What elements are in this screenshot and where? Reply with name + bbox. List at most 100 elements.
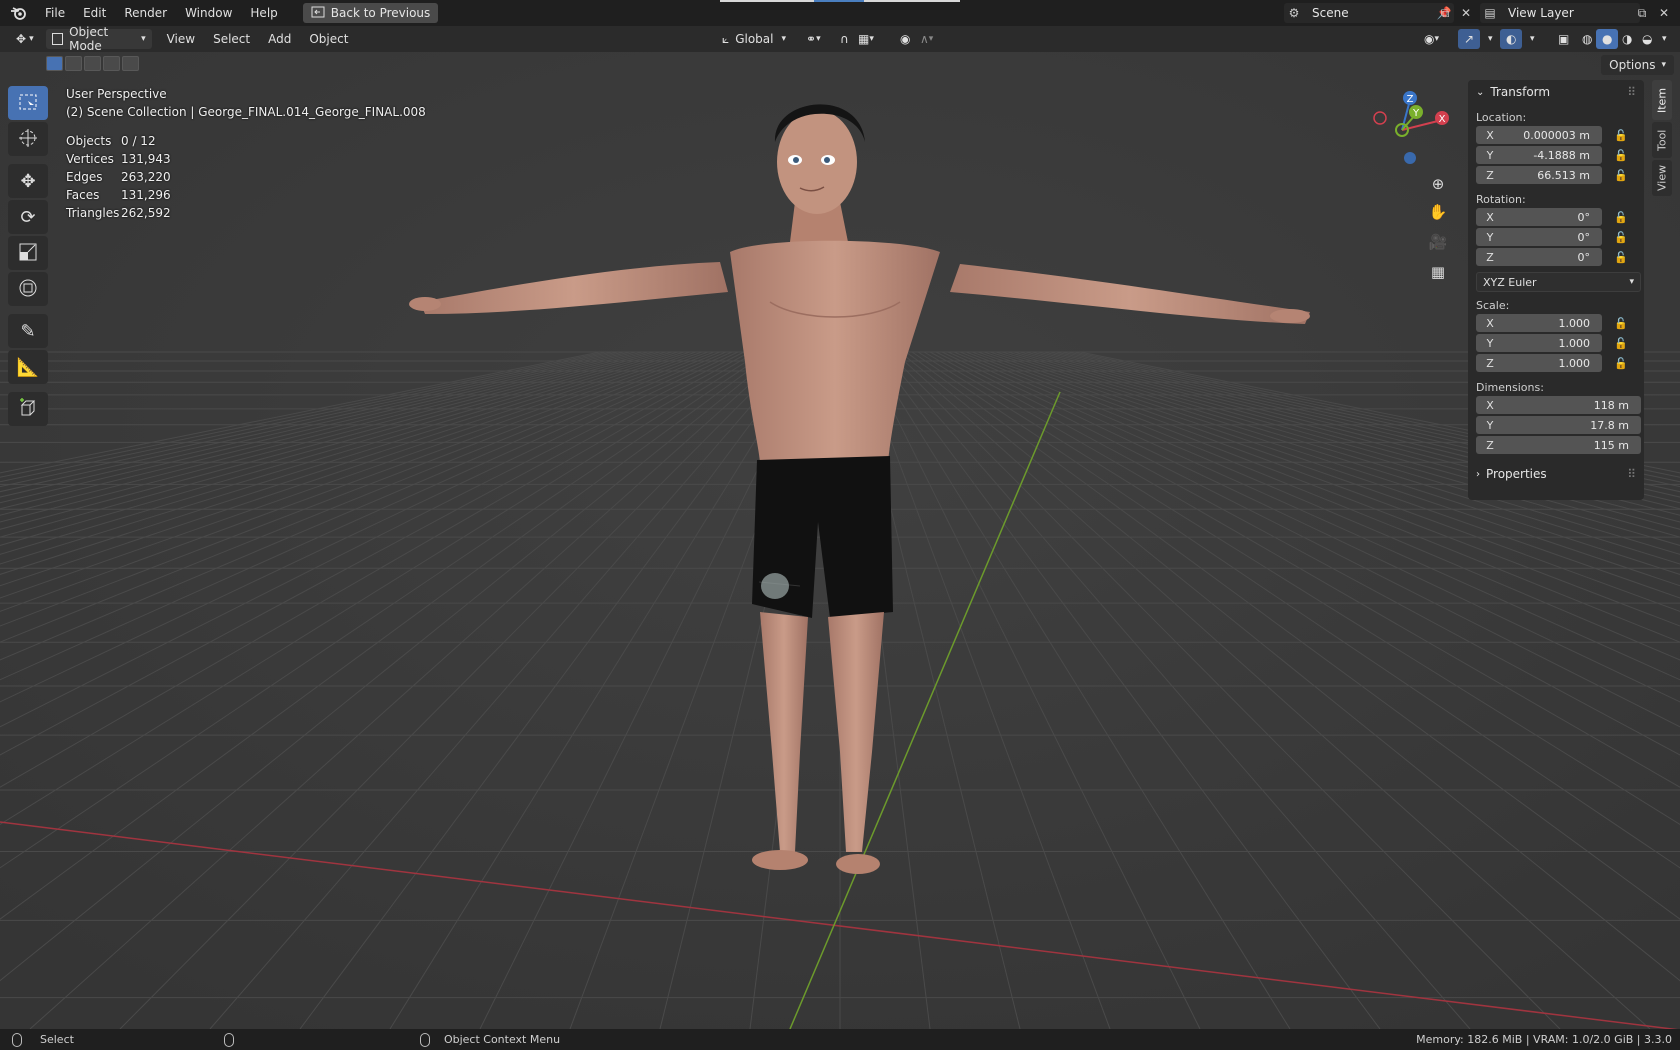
gizmo-toggle[interactable]: ↗ [1458, 29, 1481, 49]
tool-annotate[interactable]: ✎ [8, 314, 48, 348]
gizmo-dropdown[interactable]: ▾ [1482, 29, 1499, 49]
select-mode-subtract[interactable] [84, 56, 101, 71]
header-menu-select[interactable]: Select [204, 32, 259, 46]
rotation-z-field[interactable]: Z 0° [1476, 248, 1602, 266]
viewport-grid [0, 52, 1680, 1029]
lock-icon[interactable]: 🔓 [1614, 357, 1628, 371]
location-label: Location: [1476, 110, 1527, 124]
transform-orientation-selector[interactable]: ⟀ Global ▾ [716, 29, 792, 49]
tab-tool[interactable]: Tool [1652, 122, 1672, 158]
transform-panel-header[interactable]: ⌄ Transform ⠿ [1468, 80, 1644, 104]
overlays-toggle[interactable]: ◐ [1500, 29, 1523, 49]
rendered-sphere-icon: ◒ [1642, 32, 1653, 46]
scene-selector[interactable]: ⚙ Scene 📌 [1284, 3, 1454, 23]
header-menu-view[interactable]: View [158, 32, 204, 46]
location-z-field[interactable]: Z 66.513 m [1476, 166, 1602, 184]
tool-transform[interactable] [8, 272, 48, 306]
falloff-button[interactable]: ∧ ▾ [914, 29, 939, 49]
delete-scene-icon[interactable]: ✕ [1456, 3, 1476, 23]
dimensions-y-field[interactable]: Y 17.8 m [1476, 416, 1641, 434]
view-layer-selector[interactable]: ▤ View Layer [1480, 3, 1640, 23]
drag-handle-icon[interactable]: ⠿ [1627, 85, 1636, 99]
scale-y-field[interactable]: Y 1.000 [1476, 334, 1602, 352]
projection-toggle-button[interactable]: ▦ [1424, 258, 1452, 286]
snap-target-button[interactable]: ▦ ▾ [852, 29, 880, 49]
stat-value: 131,943 [121, 152, 171, 166]
menu-window[interactable]: Window [176, 0, 241, 26]
stat-row: Triangles 262,592 [66, 204, 171, 222]
header-menu-object[interactable]: Object [300, 32, 357, 46]
scale-label: Scale: [1476, 298, 1510, 312]
orientation-icon: ⟀ [722, 31, 730, 46]
lock-icon[interactable]: 🔓 [1614, 129, 1628, 143]
blender-logo-icon[interactable] [0, 0, 36, 26]
tool-move[interactable]: ✥ [8, 164, 48, 198]
delete-view-layer-icon[interactable]: ✕ [1654, 3, 1674, 23]
new-view-layer-icon[interactable]: ⧉ [1632, 3, 1652, 23]
select-mode-intersect[interactable] [122, 56, 139, 71]
3d-viewport[interactable]: Options ▾ ✥ ⟳ ✎ 📐 User Perspective (2) S… [0, 52, 1680, 1029]
gizmo-y-label: Y [1412, 108, 1420, 119]
overlays-dropdown[interactable]: ▾ [1524, 29, 1541, 49]
stat-key: Vertices [66, 152, 114, 166]
zoom-view-button[interactable]: ⊕ [1424, 170, 1452, 198]
rotation-mode-dropdown[interactable]: XYZ Euler ▾ [1476, 272, 1641, 292]
menu-help[interactable]: Help [241, 0, 286, 26]
lock-icon[interactable]: 🔓 [1614, 317, 1628, 331]
pivot-point-button[interactable]: ⚭ ▾ [800, 29, 827, 49]
select-mode-difference[interactable] [103, 56, 120, 71]
tab-item[interactable]: Item [1652, 80, 1672, 120]
back-to-previous-button[interactable]: Back to Previous [302, 3, 439, 23]
new-scene-icon[interactable]: ⧉ [1435, 3, 1455, 23]
status-context-hint: Object Context Menu [419, 1032, 560, 1047]
lock-icon[interactable]: 🔓 [1614, 231, 1628, 245]
shading-dropdown[interactable]: ▾ [1656, 29, 1673, 49]
rotation-x-field[interactable]: X 0° [1476, 208, 1602, 226]
header-menu-add[interactable]: Add [259, 32, 300, 46]
dimensions-z-field[interactable]: Z 115 m [1476, 436, 1641, 454]
scale-x-field[interactable]: X 1.000 [1476, 314, 1602, 332]
editor-type-button[interactable]: ✥ ▾ [10, 29, 40, 49]
menu-file[interactable]: File [36, 0, 74, 26]
tool-select-box[interactable] [8, 86, 48, 120]
select-mode-set[interactable] [46, 56, 63, 71]
tool-cursor[interactable] [8, 122, 48, 156]
xray-toggle[interactable]: ▣ [1552, 29, 1575, 49]
lock-icon[interactable]: 🔓 [1614, 149, 1628, 163]
dimensions-x-field[interactable]: X 118 m [1476, 396, 1641, 414]
gizmo-neg-x-handle[interactable] [1373, 111, 1387, 125]
lock-icon[interactable]: 🔓 [1614, 169, 1628, 183]
tool-scale[interactable] [8, 236, 48, 270]
location-x-field[interactable]: X 0.000003 m [1476, 126, 1602, 144]
stat-value: 263,220 [121, 170, 171, 184]
options-button[interactable]: Options ▾ [1601, 55, 1674, 75]
tab-view[interactable]: View [1652, 160, 1672, 196]
camera-view-button[interactable]: 🎥 [1424, 228, 1452, 256]
visibility-button[interactable]: ◉ ▾ [1418, 29, 1445, 49]
gizmo-neg-z-handle[interactable] [1404, 152, 1416, 164]
lock-icon[interactable]: 🔓 [1614, 337, 1628, 351]
cursor-icon [18, 128, 38, 151]
rotation-y-field[interactable]: Y 0° [1476, 228, 1602, 246]
pan-view-button[interactable]: ✋ [1424, 198, 1452, 226]
mode-selector[interactable]: Object Mode ▾ [45, 25, 152, 53]
tool-add-cube[interactable] [8, 392, 48, 426]
drag-handle-icon[interactable]: ⠿ [1627, 467, 1636, 481]
navigation-gizmo[interactable]: Z X Y [1370, 88, 1450, 168]
lock-icon[interactable]: 🔓 [1614, 211, 1628, 225]
axis-label: Y [1486, 336, 1494, 350]
eye-icon: ◉ [1424, 32, 1435, 46]
dimensions-label: Dimensions: [1476, 380, 1544, 394]
menu-render[interactable]: Render [115, 0, 176, 26]
location-y-field[interactable]: Y -4.1888 m [1476, 146, 1602, 164]
axis-label: X [1486, 398, 1494, 412]
select-mode-extend[interactable] [65, 56, 82, 71]
tool-rotate[interactable]: ⟳ [8, 200, 48, 234]
scale-z-field[interactable]: Z 1.000 [1476, 354, 1602, 372]
tool-measure[interactable]: 📐 [8, 350, 48, 384]
menu-edit[interactable]: Edit [74, 0, 115, 26]
stat-key: Triangles [66, 206, 120, 220]
stat-row: Vertices 131,943 [66, 150, 171, 168]
properties-panel-header[interactable]: › Properties ⠿ [1468, 462, 1644, 486]
lock-icon[interactable]: 🔓 [1614, 251, 1628, 265]
